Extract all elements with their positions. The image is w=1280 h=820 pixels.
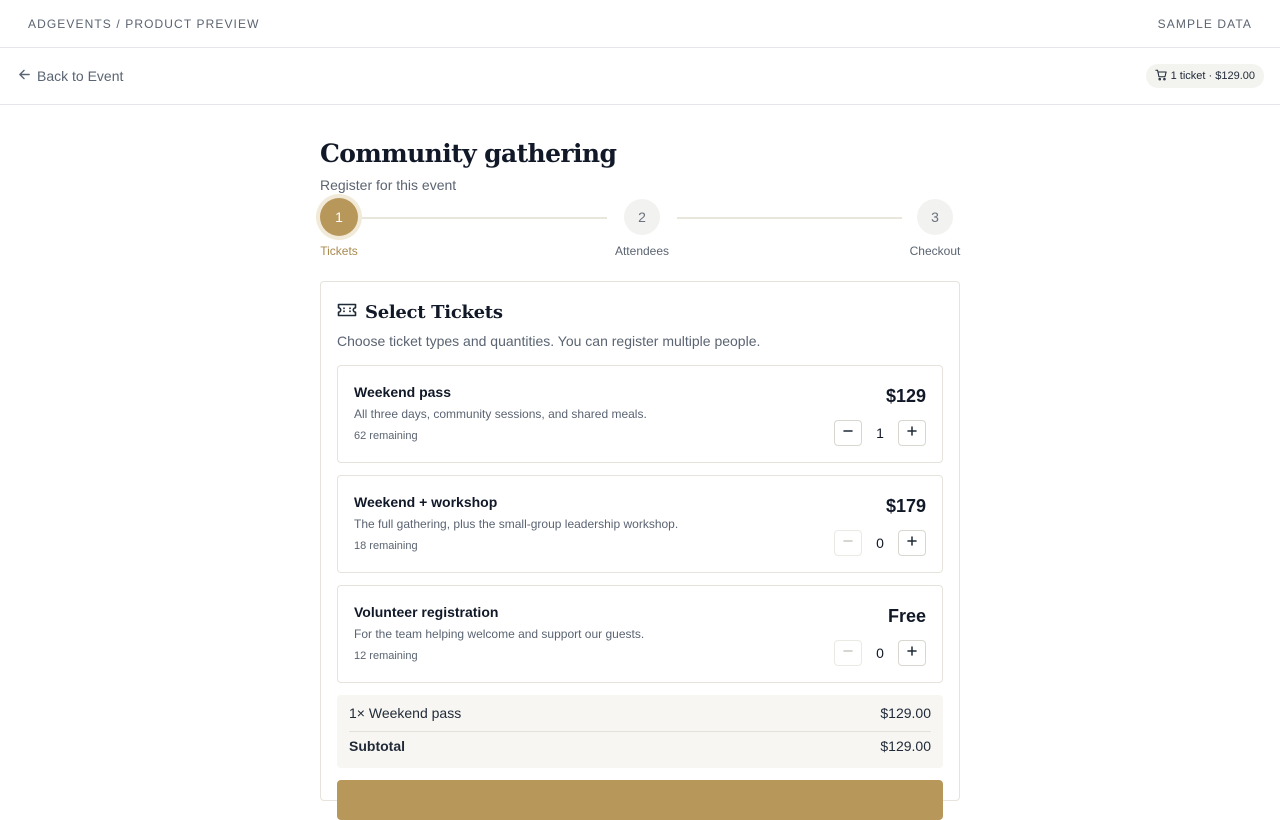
cart-icon (1154, 69, 1167, 84)
back-to-event-link[interactable]: Back to Event (18, 68, 123, 84)
step-connector-2 (677, 217, 902, 219)
increase-quantity-button[interactable] (898, 420, 926, 446)
ticket-description: All three days, community sessions, and … (354, 407, 647, 421)
summary-line-amount: $129.00 (880, 705, 931, 721)
subtotal-amount: $129.00 (880, 738, 931, 754)
step-attendees[interactable]: 2 Attendees (614, 195, 670, 258)
ticket-price: Free (887, 606, 926, 626)
select-tickets-card: Select Tickets Choose ticket types and q… (320, 281, 960, 820)
quantity-stepper: 0 (834, 640, 926, 666)
quantity-stepper: 1 (834, 420, 926, 446)
ticket-icon (337, 302, 357, 323)
page-title: Community gathering (320, 139, 617, 168)
plus-icon (906, 534, 918, 552)
step-label: Checkout (909, 244, 961, 258)
step-checkout[interactable]: 3 Checkout (909, 195, 961, 258)
quantity-value: 0 (876, 645, 884, 661)
summary-subtotal: Subtotal $129.00 (349, 731, 931, 760)
top-bar: ADGEVENTS / PRODUCT PREVIEW SAMPLE DATA (0, 0, 1280, 48)
ticket-price: $179 (885, 496, 926, 516)
ticket-name: Volunteer registration (354, 604, 499, 620)
step-number: 1 (320, 198, 358, 236)
order-summary: 1× Weekend pass $129.00 Subtotal $129.00 (337, 695, 943, 768)
quantity-value: 1 (876, 425, 884, 441)
brand-breadcrumb: ADGEVENTS / PRODUCT PREVIEW (28, 16, 260, 31)
ticket-option: Volunteer registration For the team help… (337, 585, 943, 683)
subtotal-label: Subtotal (349, 738, 405, 754)
card-description: Choose ticket types and quantities. You … (337, 333, 761, 349)
ticket-description: For the team helping welcome and support… (354, 627, 645, 641)
summary-line-item: 1× Weekend pass $129.00 (349, 695, 931, 731)
minus-icon (842, 534, 854, 552)
page-subtitle: Register for this event (320, 177, 457, 193)
minus-icon (842, 424, 854, 442)
decrease-quantity-button[interactable] (834, 530, 862, 556)
decrease-quantity-button[interactable] (834, 640, 862, 666)
sample-data-label: SAMPLE DATA (1157, 16, 1252, 31)
step-number: 3 (917, 199, 953, 235)
registration-stepper: 1 Tickets 2 Attendees 3 Checkout (320, 195, 960, 259)
decrease-quantity-button[interactable] (834, 420, 862, 446)
minus-icon (842, 644, 854, 662)
step-label: Tickets (320, 244, 358, 258)
event-nav-bar: Back to Event 1 ticket · $129.00 (0, 48, 1280, 105)
plus-icon (906, 644, 918, 662)
step-number: 2 (624, 199, 660, 235)
card-title: Select Tickets (365, 302, 503, 323)
summary-line-label: 1× Weekend pass (349, 705, 462, 721)
ticket-option: Weekend pass All three days, community s… (337, 365, 943, 463)
card-header: Select Tickets (337, 302, 943, 323)
step-connector-1 (362, 217, 607, 219)
cart-summary-button[interactable]: 1 ticket · $129.00 (1145, 64, 1264, 88)
quantity-value: 0 (876, 535, 884, 551)
plus-icon (906, 424, 918, 442)
ticket-name: Weekend pass (354, 384, 452, 400)
step-label: Attendees (614, 244, 670, 258)
ticket-option: Weekend + workshop The full gathering, p… (337, 475, 943, 573)
registration-content: Community gathering Register for this ev… (320, 106, 960, 820)
ticket-description: The full gathering, plus the small-group… (354, 517, 679, 531)
back-to-event-label: Back to Event (37, 68, 124, 84)
continue-button[interactable] (337, 780, 943, 820)
increase-quantity-button[interactable] (898, 530, 926, 556)
increase-quantity-button[interactable] (898, 640, 926, 666)
ticket-name: Weekend + workshop (354, 494, 498, 510)
step-tickets[interactable]: 1 Tickets (320, 195, 358, 258)
quantity-stepper: 0 (834, 530, 926, 556)
arrow-left-icon (18, 68, 31, 84)
ticket-price: $129 (885, 386, 926, 406)
cart-summary-text: 1 ticket · $129.00 (1170, 70, 1255, 82)
